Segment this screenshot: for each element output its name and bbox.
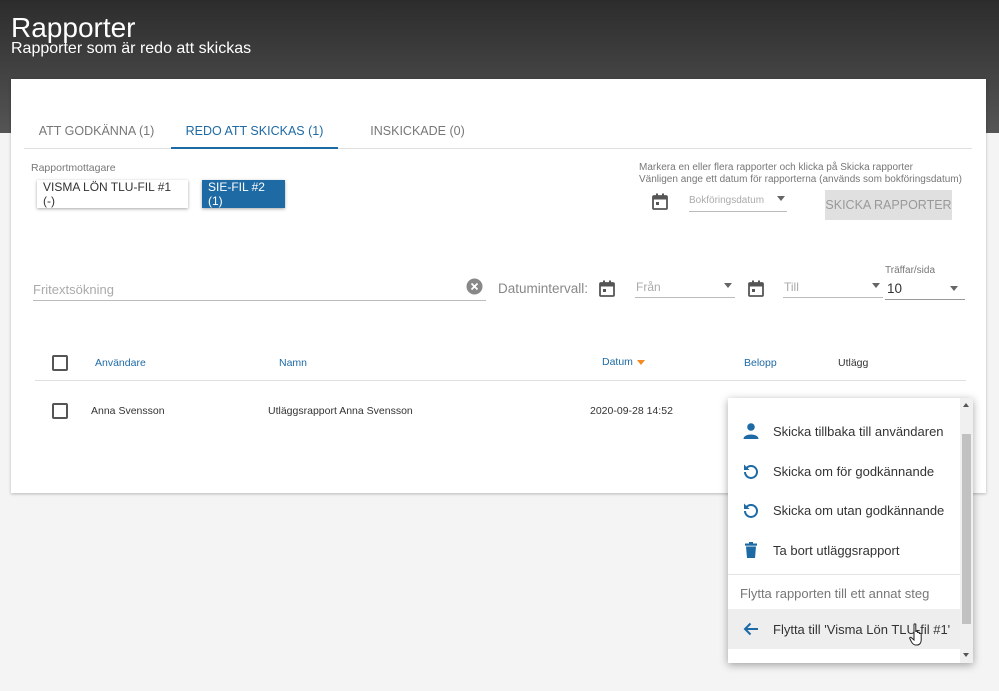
report-context-menu: Skicka tillbaka till användaren Skicka o…	[728, 398, 973, 663]
search-placeholder: Fritextsökning	[33, 282, 114, 297]
scroll-up-arrow-icon[interactable]	[963, 403, 969, 407]
column-header-expense: Utlägg	[838, 357, 869, 369]
per-page-value: 10	[887, 281, 903, 296]
row-name: Utläggsrapport Anna Svensson	[268, 405, 413, 417]
recipient-chip-sie[interactable]: SIE-FIL #2 (1)	[202, 180, 285, 208]
recipient-chip-visma[interactable]: VISMA LÖN TLU-FIL #1 (-)	[37, 180, 188, 208]
person-icon	[742, 422, 760, 440]
chevron-down-icon	[777, 196, 785, 201]
column-header-name[interactable]: Namn	[279, 357, 307, 369]
row-date: 2020-09-28 14:52	[590, 405, 673, 417]
from-date-placeholder: Från	[636, 280, 661, 294]
calendar-icon[interactable]	[651, 192, 669, 210]
row-checkbox[interactable]	[52, 403, 68, 419]
page-subtitle: Rapporter som är redo att skickas	[11, 40, 252, 57]
row-user: Anna Svensson	[91, 405, 165, 417]
menu-item-resend-no-approval[interactable]: Skicka om utan godkännande	[728, 490, 960, 530]
sort-desc-icon	[637, 360, 645, 365]
menu-item-label: Skicka om utan godkännande	[773, 502, 945, 518]
select-all-checkbox[interactable]	[52, 355, 68, 371]
send-hint-1: Markera en eller flera rapporter och kli…	[639, 162, 914, 173]
date-range-label: Datumintervall:	[498, 281, 589, 296]
send-hint-2: Vänligen ange ett datum för rapporterna …	[639, 174, 962, 185]
to-date-placeholder: Till	[784, 280, 799, 294]
chevron-down-icon	[872, 283, 880, 288]
scroll-down-arrow-icon[interactable]	[963, 653, 969, 657]
clear-search-icon[interactable]	[465, 277, 483, 295]
menu-item-delete-report[interactable]: Ta bort utläggsrapport	[728, 530, 960, 570]
menu-item-send-back[interactable]: Skicka tillbaka till användaren	[728, 411, 960, 451]
scroll-thumb[interactable]	[962, 434, 971, 624]
from-date-select[interactable]: Från	[635, 277, 735, 298]
chevron-down-icon	[950, 286, 958, 291]
table-divider	[35, 380, 966, 381]
column-header-amount[interactable]: Belopp	[744, 357, 777, 369]
hand-cursor-icon	[909, 623, 922, 646]
send-reports-button[interactable]: SKICKA RAPPORTER	[825, 190, 952, 220]
column-header-date[interactable]: Datum	[602, 356, 633, 368]
tab-redo-att-skickas[interactable]: REDO ATT SKICKAS (1)	[171, 114, 338, 149]
trash-icon	[742, 541, 760, 559]
refresh-icon	[742, 501, 760, 519]
bookkeeping-date-select[interactable]: Bokföringsdatum	[689, 192, 787, 212]
menu-scrollbar[interactable]	[960, 398, 973, 663]
bookkeeping-date-placeholder: Bokföringsdatum	[689, 195, 765, 206]
menu-section-label: Flytta rapporten till ett annat steg	[740, 586, 930, 601]
arrow-left-icon	[742, 620, 760, 638]
menu-divider	[728, 574, 960, 575]
menu-item-label: Skicka tillbaka till användaren	[773, 423, 944, 439]
menu-item-label: Skicka om för godkännande	[773, 463, 935, 479]
tab-att-godkanna[interactable]: ATT GODKÄNNA (1)	[24, 114, 169, 148]
menu-item-resend-approval[interactable]: Skicka om för godkännande	[728, 451, 960, 491]
search-input[interactable]: Fritextsökning	[33, 275, 486, 301]
menu-item-label: Ta bort utläggsrapport	[773, 542, 900, 558]
recipients-label: Rapportmottagare	[31, 162, 116, 174]
per-page-select[interactable]: 10	[885, 277, 965, 300]
menu-item-move-to-visma[interactable]: Flytta till 'Visma Lön TLU-fil #1'	[728, 609, 960, 649]
calendar-from-icon[interactable]	[598, 279, 616, 297]
refresh-icon	[742, 462, 760, 480]
per-page-label: Träffar/sida	[885, 265, 936, 276]
column-header-user[interactable]: Användare	[95, 357, 146, 369]
calendar-to-icon[interactable]	[747, 279, 765, 297]
to-date-select[interactable]: Till	[783, 277, 883, 298]
chevron-down-icon	[724, 283, 732, 288]
tab-bar: ATT GODKÄNNA (1) REDO ATT SKICKAS (1) IN…	[24, 114, 972, 149]
tab-inskickade[interactable]: INSKICKADE (0)	[340, 114, 495, 148]
